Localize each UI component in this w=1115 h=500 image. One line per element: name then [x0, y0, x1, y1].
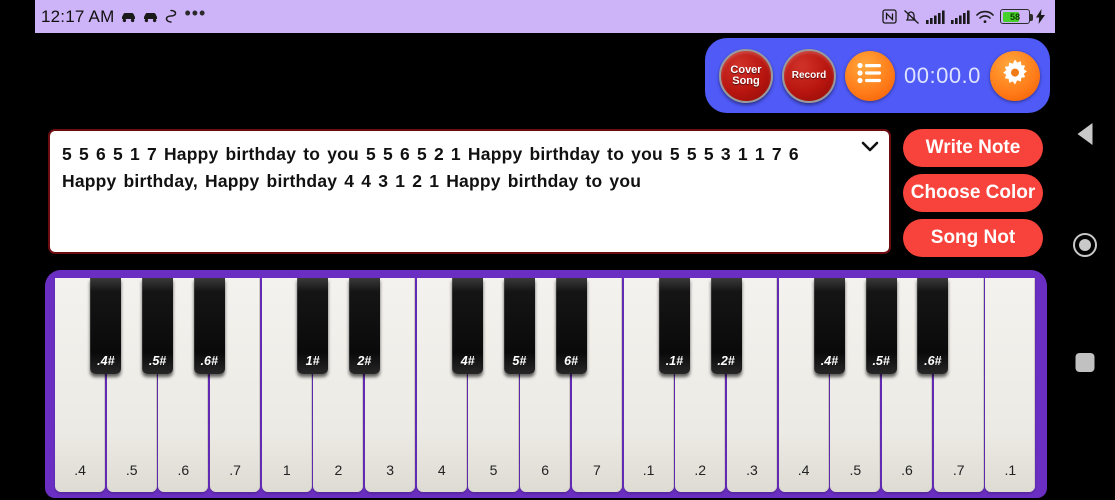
black-key-label: .4#	[820, 354, 839, 368]
black-key[interactable]: 1#	[297, 278, 329, 374]
black-key[interactable]: 4#	[452, 278, 484, 374]
white-key-label: .5	[849, 462, 862, 478]
white-key-label: .6	[177, 462, 190, 478]
white-key-label: .3	[746, 462, 758, 478]
white-key[interactable]: .1	[985, 278, 1036, 492]
cover-song-label-line1: Cover	[730, 63, 762, 76]
black-key[interactable]: 5#	[503, 278, 535, 374]
white-key-label: .7	[952, 462, 965, 478]
note-text: 5 5 6 5 1 7 Happy birthday to you 5 5 6 …	[62, 144, 799, 191]
recents-square-icon[interactable]	[1075, 353, 1095, 372]
black-key[interactable]: 2#	[348, 278, 380, 374]
black-key[interactable]: 6#	[555, 278, 587, 374]
car-icon	[121, 11, 136, 23]
status-clock: 12:17 AM	[41, 6, 115, 26]
white-key-label: 3	[386, 462, 395, 478]
white-key-label: 7	[592, 462, 601, 478]
white-key-label: .2	[694, 462, 707, 478]
black-key-label: 5#	[512, 354, 527, 368]
charging-bolt-icon	[1036, 9, 1045, 24]
white-key-label: .4	[74, 462, 86, 478]
phone-screen: 12:17 AM ••• 58 Cover Song Record 00:00.…	[0, 0, 1115, 500]
black-key[interactable]: .4#	[90, 278, 122, 374]
top-toolbar: Cover Song Record 00:00.0	[705, 38, 1050, 113]
note-text-panel[interactable]: 5 5 6 5 1 7 Happy birthday to you 5 5 6 …	[48, 129, 891, 254]
list-icon	[857, 62, 883, 89]
cover-song-label-line2: Song	[732, 74, 760, 87]
record-timer: 00:00.0	[904, 62, 981, 88]
black-key-label: .6#	[924, 354, 942, 368]
white-key-label: .4	[797, 462, 810, 478]
battery-percent: 58	[1009, 11, 1020, 22]
record-button[interactable]: Record	[782, 48, 836, 103]
black-key-label: .2#	[717, 354, 735, 368]
white-key-label: 1	[282, 462, 291, 478]
choose-color-button[interactable]: Choose Color	[903, 174, 1043, 212]
status-bar: 12:17 AM ••• 58	[35, 0, 1055, 33]
black-key[interactable]: .1#	[658, 278, 690, 374]
side-button-group: Write Note Choose Color Song Not	[903, 129, 1043, 264]
status-bar-left: 12:17 AM •••	[41, 2, 207, 27]
android-nav-bar	[1055, 33, 1115, 500]
white-key-label: .7	[229, 462, 241, 478]
black-key[interactable]: .5#	[142, 278, 174, 374]
black-key[interactable]: .6#	[193, 278, 225, 374]
side-button-label: Choose Color	[910, 182, 1036, 203]
car-icon	[143, 11, 158, 23]
black-key[interactable]: .2#	[710, 278, 742, 374]
chevron-down-icon[interactable]	[860, 140, 880, 154]
black-key[interactable]: .4#	[813, 278, 845, 374]
black-key-label: .6#	[200, 354, 218, 368]
black-key-label: 6#	[564, 354, 578, 368]
white-key-label: 4	[437, 462, 446, 478]
ringer-mute-icon	[903, 9, 920, 25]
side-button-label: Write Note	[925, 137, 1021, 158]
back-triangle-icon[interactable]	[1077, 123, 1093, 145]
song-list-button[interactable]	[845, 50, 895, 101]
home-circle-icon[interactable]	[1073, 233, 1097, 257]
record-label: Record	[791, 70, 827, 81]
white-key-label: .5	[125, 462, 138, 478]
white-key-label: .1	[1004, 462, 1017, 478]
battery-icon: 58	[1000, 9, 1033, 24]
cover-song-button[interactable]: Cover Song	[719, 48, 773, 103]
black-key-label: .1#	[665, 354, 684, 368]
black-key-label: .5#	[148, 354, 167, 368]
piano-keyboard: .4 .5 .6 .7 1 2 3 4 5 6 7 .1 .2 .3 .4 .5 .6 .7 .1 .4# .5# .6#…	[45, 270, 1047, 498]
wifi-icon	[976, 10, 994, 24]
white-key-label: .1	[642, 462, 655, 478]
status-bar-right: 58	[882, 9, 1045, 25]
settings-button[interactable]	[989, 50, 1040, 101]
nfc-icon	[882, 9, 897, 24]
white-key-label: 2	[334, 462, 343, 478]
reddit-snoo-icon	[165, 9, 177, 24]
app-content: Cover Song Record 00:00.0 5 5 6 5 1 7 Ha…	[35, 33, 1055, 500]
white-key-label: 5	[489, 462, 498, 478]
black-key-label: 1#	[305, 354, 320, 368]
black-key-label: .5#	[872, 354, 890, 368]
song-not-button[interactable]: Song Not	[903, 219, 1043, 257]
black-key[interactable]: .6#	[917, 278, 949, 374]
black-key-label: 2#	[357, 354, 372, 368]
overflow-dots-icon: •••	[184, 2, 207, 23]
piano-keybed: .4 .5 .6 .7 1 2 3 4 5 6 7 .1 .2 .3 .4 .5 .6 .7 .1 .4# .5# .6#…	[55, 278, 1037, 492]
black-key[interactable]: .5#	[865, 278, 897, 374]
signal-bars-icon	[951, 10, 970, 24]
white-key-label: 6	[541, 462, 550, 478]
black-key-label: .4#	[97, 354, 115, 368]
gear-icon	[1000, 58, 1030, 93]
write-note-button[interactable]: Write Note	[903, 129, 1043, 167]
side-button-label: Song Not	[930, 227, 1016, 248]
black-key-label: 4#	[460, 354, 475, 368]
signal-bars-icon	[926, 10, 945, 24]
white-key-label: .6	[901, 462, 913, 478]
